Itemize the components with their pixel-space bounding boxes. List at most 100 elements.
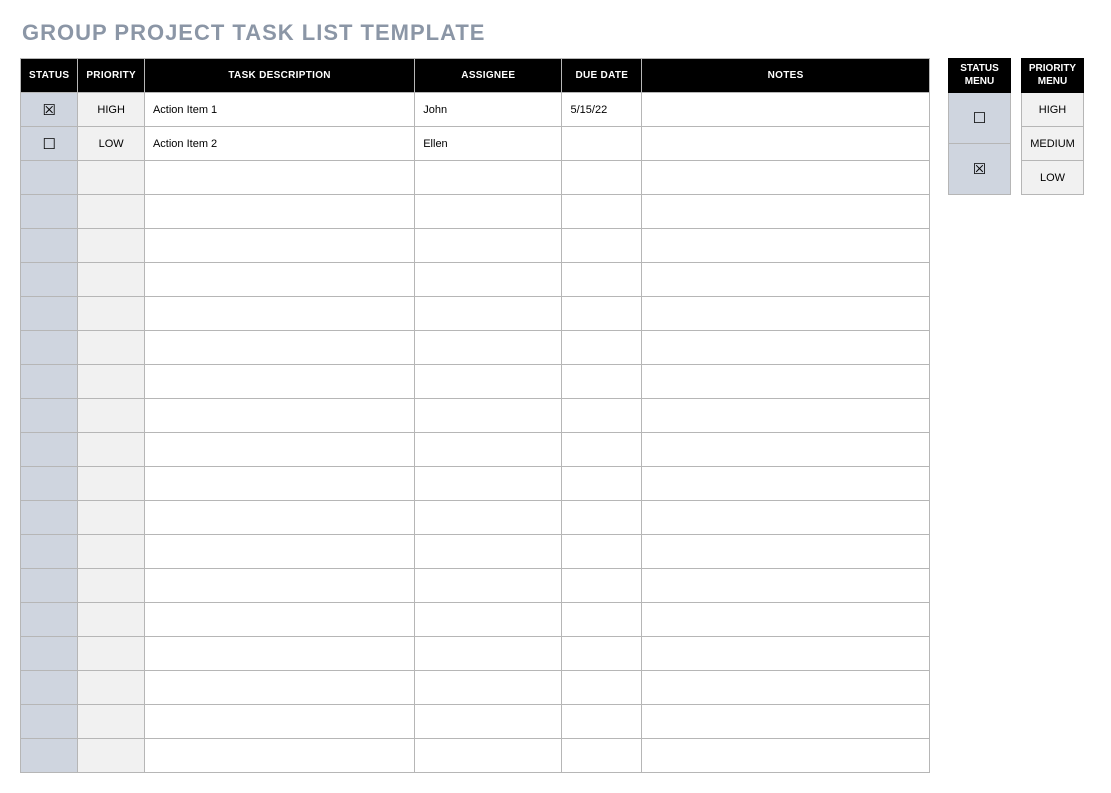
- due-date-cell[interactable]: [562, 569, 642, 603]
- priority-menu-item[interactable]: HIGH: [1022, 93, 1084, 127]
- description-cell[interactable]: [144, 399, 414, 433]
- due-date-cell[interactable]: [562, 705, 642, 739]
- description-cell[interactable]: [144, 467, 414, 501]
- notes-cell[interactable]: [642, 671, 930, 705]
- priority-cell[interactable]: [78, 297, 145, 331]
- notes-cell[interactable]: [642, 331, 930, 365]
- due-date-cell[interactable]: [562, 127, 642, 161]
- status-cell[interactable]: [21, 229, 78, 263]
- assignee-cell[interactable]: [415, 535, 562, 569]
- assignee-cell[interactable]: [415, 705, 562, 739]
- notes-cell[interactable]: [642, 637, 930, 671]
- priority-menu-item[interactable]: LOW: [1022, 161, 1084, 195]
- status-cell[interactable]: [21, 161, 78, 195]
- description-cell[interactable]: [144, 229, 414, 263]
- priority-cell[interactable]: [78, 739, 145, 773]
- due-date-cell[interactable]: [562, 501, 642, 535]
- description-cell[interactable]: [144, 637, 414, 671]
- due-date-cell[interactable]: [562, 229, 642, 263]
- status-cell[interactable]: [21, 331, 78, 365]
- status-cell[interactable]: [21, 467, 78, 501]
- notes-cell[interactable]: [642, 263, 930, 297]
- status-cell[interactable]: [21, 433, 78, 467]
- description-cell[interactable]: [144, 331, 414, 365]
- assignee-cell[interactable]: [415, 229, 562, 263]
- due-date-cell[interactable]: [562, 603, 642, 637]
- description-cell[interactable]: [144, 161, 414, 195]
- assignee-cell[interactable]: [415, 671, 562, 705]
- notes-cell[interactable]: [642, 127, 930, 161]
- status-cell[interactable]: [21, 569, 78, 603]
- priority-cell[interactable]: [78, 331, 145, 365]
- assignee-cell[interactable]: [415, 467, 562, 501]
- due-date-cell[interactable]: [562, 195, 642, 229]
- status-menu-item[interactable]: ☐: [949, 93, 1011, 144]
- priority-cell[interactable]: [78, 195, 145, 229]
- priority-cell[interactable]: [78, 501, 145, 535]
- notes-cell[interactable]: [642, 501, 930, 535]
- description-cell[interactable]: [144, 263, 414, 297]
- status-cell[interactable]: [21, 399, 78, 433]
- description-cell[interactable]: [144, 603, 414, 637]
- description-cell[interactable]: [144, 297, 414, 331]
- description-cell[interactable]: [144, 501, 414, 535]
- due-date-cell[interactable]: [562, 467, 642, 501]
- description-cell[interactable]: [144, 739, 414, 773]
- priority-cell[interactable]: [78, 705, 145, 739]
- due-date-cell[interactable]: [562, 263, 642, 297]
- description-cell[interactable]: [144, 671, 414, 705]
- priority-cell[interactable]: [78, 263, 145, 297]
- status-cell[interactable]: [21, 739, 78, 773]
- description-cell[interactable]: [144, 705, 414, 739]
- priority-cell[interactable]: [78, 161, 145, 195]
- assignee-cell[interactable]: [415, 603, 562, 637]
- priority-cell[interactable]: [78, 535, 145, 569]
- status-cell[interactable]: ☐: [21, 127, 78, 161]
- priority-cell[interactable]: [78, 433, 145, 467]
- due-date-cell[interactable]: [562, 365, 642, 399]
- description-cell[interactable]: Action Item 2: [144, 127, 414, 161]
- notes-cell[interactable]: [642, 433, 930, 467]
- priority-cell[interactable]: HIGH: [78, 93, 145, 127]
- notes-cell[interactable]: [642, 93, 930, 127]
- status-cell[interactable]: [21, 365, 78, 399]
- priority-cell[interactable]: [78, 569, 145, 603]
- status-cell[interactable]: [21, 195, 78, 229]
- priority-cell[interactable]: [78, 671, 145, 705]
- status-cell[interactable]: [21, 603, 78, 637]
- description-cell[interactable]: [144, 365, 414, 399]
- status-cell[interactable]: [21, 671, 78, 705]
- assignee-cell[interactable]: [415, 433, 562, 467]
- due-date-cell[interactable]: [562, 399, 642, 433]
- assignee-cell[interactable]: [415, 263, 562, 297]
- notes-cell[interactable]: [642, 603, 930, 637]
- notes-cell[interactable]: [642, 195, 930, 229]
- priority-cell[interactable]: [78, 603, 145, 637]
- priority-menu-item[interactable]: MEDIUM: [1022, 127, 1084, 161]
- description-cell[interactable]: [144, 569, 414, 603]
- status-cell[interactable]: ☒: [21, 93, 78, 127]
- due-date-cell[interactable]: [562, 297, 642, 331]
- assignee-cell[interactable]: [415, 637, 562, 671]
- due-date-cell[interactable]: [562, 433, 642, 467]
- notes-cell[interactable]: [642, 739, 930, 773]
- assignee-cell[interactable]: [415, 739, 562, 773]
- assignee-cell[interactable]: [415, 297, 562, 331]
- assignee-cell[interactable]: [415, 331, 562, 365]
- notes-cell[interactable]: [642, 569, 930, 603]
- notes-cell[interactable]: [642, 705, 930, 739]
- priority-cell[interactable]: [78, 365, 145, 399]
- status-cell[interactable]: [21, 263, 78, 297]
- notes-cell[interactable]: [642, 535, 930, 569]
- notes-cell[interactable]: [642, 467, 930, 501]
- notes-cell[interactable]: [642, 365, 930, 399]
- priority-cell[interactable]: [78, 399, 145, 433]
- due-date-cell[interactable]: 5/15/22: [562, 93, 642, 127]
- due-date-cell[interactable]: [562, 671, 642, 705]
- due-date-cell[interactable]: [562, 161, 642, 195]
- due-date-cell[interactable]: [562, 739, 642, 773]
- status-cell[interactable]: [21, 637, 78, 671]
- description-cell[interactable]: Action Item 1: [144, 93, 414, 127]
- status-menu-item[interactable]: ☒: [949, 144, 1011, 195]
- assignee-cell[interactable]: [415, 501, 562, 535]
